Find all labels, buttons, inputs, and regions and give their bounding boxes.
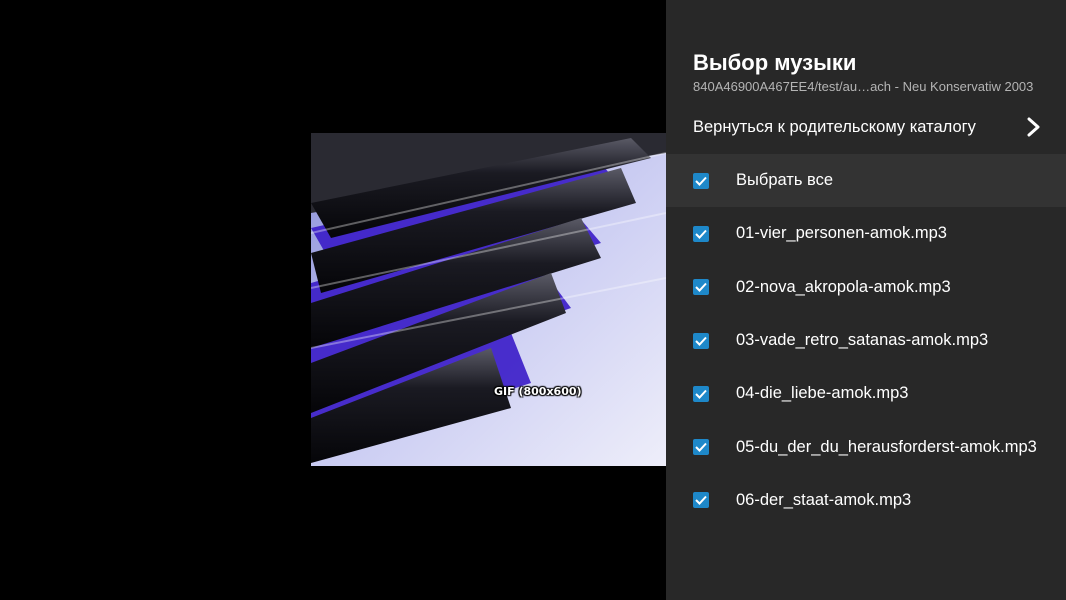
checkbox-checked-icon[interactable] [693,225,709,242]
track-name: 02-nova_akropola-amok.mp3 [736,277,951,296]
checkbox-checked-icon[interactable] [693,279,709,296]
image-format-caption: GIF (800x600) [494,385,582,398]
parent-directory-button[interactable]: Вернуться к родительскому каталогу [666,100,1066,154]
list-item[interactable]: 02-nova_akropola-amok.mp3 [666,261,1066,314]
checkbox-checked-icon[interactable] [693,385,709,402]
current-path: 840A46900A467EE4/test/au…ach - Neu Konse… [693,79,1034,94]
track-name: 01-vier_personen-amok.mp3 [736,224,947,243]
checkbox-checked-icon[interactable] [693,492,709,509]
chevron-right-icon [1027,117,1040,137]
checkbox-checked-icon[interactable] [693,332,709,349]
checkbox-checked-icon[interactable] [693,439,709,456]
track-name: 03-vade_retro_satanas-amok.mp3 [736,331,989,350]
image-viewer: GIF (800x600) [0,0,666,600]
select-all-item[interactable]: Выбрать все [666,154,1066,208]
list-item[interactable]: 03-vade_retro_satanas-amok.mp3 [666,314,1066,367]
track-name: 06-der_staat-amok.mp3 [736,490,912,509]
list-item[interactable]: 05-du_der_du_herausforderst-amok.mp3 [666,420,1066,473]
track-list: Выбрать все 01-vier_personen-amok.mp3 02… [666,154,1066,527]
select-all-label: Выбрать все [736,171,834,190]
track-name: 05-du_der_du_herausforderst-amok.mp3 [736,437,1037,456]
list-item[interactable]: 01-vier_personen-amok.mp3 [666,207,1066,260]
piano-keys-image: GIF (800x600) [311,133,666,466]
piano-image-art [311,133,666,466]
list-item[interactable]: 04-die_liebe-amok.mp3 [666,367,1066,420]
panel-title: Выбор музыки [693,50,857,75]
music-selection-panel: Выбор музыки 840A46900A467EE4/test/au…ac… [666,0,1066,600]
list-item[interactable]: 06-der_staat-amok.mp3 [666,474,1066,527]
checkbox-checked-icon[interactable] [693,172,709,189]
parent-directory-label: Вернуться к родительскому каталогу [693,117,976,136]
track-name: 04-die_liebe-amok.mp3 [736,384,909,403]
